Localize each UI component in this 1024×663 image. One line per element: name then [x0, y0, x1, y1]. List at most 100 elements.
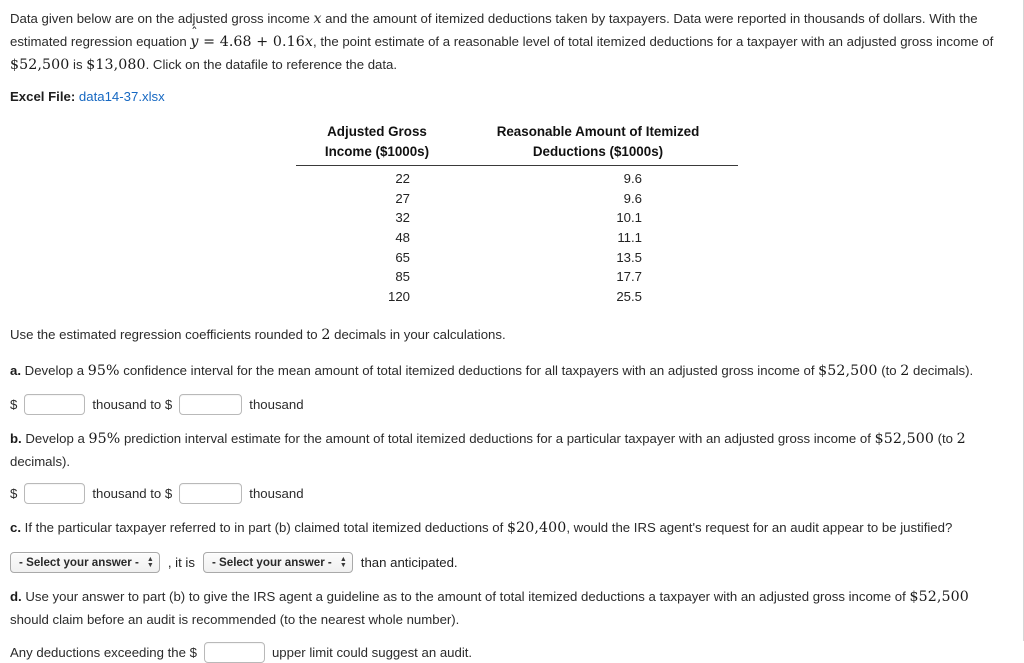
- part-b-end-label: thousand: [249, 486, 304, 502]
- part-c-select-1[interactable]: - Select your answer - ▲ ▼: [10, 552, 160, 574]
- part-b-mid-label: thousand to $: [92, 486, 173, 502]
- part-a-income: $52,500: [818, 362, 878, 379]
- part-c-question: c. If the particular taxpayer referred t…: [10, 517, 1009, 540]
- intro-income-value: $52,500: [10, 57, 70, 73]
- part-a-mid-label: thousand to $: [92, 396, 173, 412]
- cell-deductions: 11.1: [617, 229, 642, 245]
- part-b-block: b. Develop a 95% prediction interval est…: [10, 428, 1009, 505]
- cell-deductions: 10.1: [616, 210, 642, 226]
- table-body: 22 9.6 27 9.6 32 10.1 48 11.1 65 13.5 85…: [296, 166, 738, 306]
- part-a-text-2: confidence interval for the mean amount …: [119, 362, 819, 378]
- part-d-label: d.: [10, 589, 22, 605]
- part-a-text-4: decimals).: [909, 362, 974, 378]
- part-c-select-1-value: - Select your answer -: [19, 556, 139, 570]
- intro-text-1: Data given below are on the adjusted gro…: [10, 11, 314, 26]
- part-a-answer-row: $ thousand to $ thousand: [10, 393, 1009, 415]
- instruction-text-2: decimals in your calculations.: [330, 326, 506, 342]
- intro-estimate-value: $13,080: [86, 57, 146, 73]
- y-hat-symbol: y: [190, 31, 198, 54]
- part-d-suffix-label: upper limit could suggest an audit.: [271, 644, 473, 660]
- part-b-upper-bound-input[interactable]: [179, 483, 243, 505]
- cell-income: 85: [395, 269, 410, 285]
- table-row: 32 10.1: [296, 208, 738, 228]
- exercise-page: Data given below are on the adjusted gro…: [0, 0, 1024, 663]
- part-a-lower-bound-input[interactable]: [24, 393, 86, 415]
- part-d-text-2: should claim before an audit is recommen…: [10, 612, 460, 628]
- equation-x: x: [304, 34, 313, 50]
- table-row: 85 17.7: [296, 267, 738, 287]
- part-a-confidence-level: 95%: [87, 362, 120, 379]
- data-table-wrapper: Adjusted Gross Income ($1000s) Reasonabl…: [10, 122, 1009, 306]
- regression-equation: y = 4.68 + 0.16x: [190, 34, 313, 50]
- rounding-instruction: Use the estimated regression coefficient…: [10, 324, 1009, 347]
- table-row: 120 25.5: [296, 286, 738, 306]
- part-a-block: a. Develop a 95% confidence interval for…: [10, 360, 1009, 415]
- stepper-updown-icon: ▲ ▼: [146, 555, 154, 569]
- part-a-dollar-sign-1: $: [10, 396, 18, 412]
- intro-paragraph: Data given below are on the adjusted gro…: [10, 8, 1009, 77]
- part-d-prefix-label: Any deductions exceeding the $: [10, 644, 197, 660]
- part-a-upper-bound-input[interactable]: [179, 393, 243, 415]
- cell-income: 48: [395, 229, 410, 245]
- excel-file-link[interactable]: data14-37.xlsx: [79, 89, 165, 104]
- table-row: 22 9.6: [296, 166, 738, 189]
- table-row: 48 11.1: [296, 228, 738, 248]
- part-b-answer-row: $ thousand to $ thousand: [10, 483, 1009, 505]
- part-d-income: $52,500: [909, 589, 969, 606]
- part-d-block: d. Use your answer to part (b) to give t…: [10, 586, 1009, 663]
- part-c-select-2[interactable]: - Select your answer - ▲ ▼: [202, 552, 353, 574]
- part-c-text-1: If the particular taxpayer referred to i…: [21, 520, 507, 536]
- intro-text-6: . Click on the datafile to reference the…: [145, 57, 398, 72]
- part-d-upper-limit-input[interactable]: [203, 641, 265, 663]
- part-b-text-1: Develop a: [21, 430, 89, 446]
- excel-file-label: Excel File:: [10, 89, 76, 104]
- part-b-decimals: 2: [956, 430, 966, 447]
- cell-income: 32: [395, 210, 410, 226]
- column-header-income-line2: Income ($1000s): [324, 143, 430, 159]
- part-a-text-1: Develop a: [21, 362, 88, 378]
- part-d-answer-row: Any deductions exceeding the $ upper lim…: [10, 641, 1009, 663]
- cell-deductions: 9.6: [623, 171, 642, 187]
- part-b-confidence-level: 95%: [88, 430, 121, 447]
- part-a-label: a.: [10, 362, 21, 378]
- table-header-row: Adjusted Gross Income ($1000s) Reasonabl…: [296, 122, 738, 167]
- stepper-updown-icon: ▲ ▼: [339, 555, 347, 569]
- part-b-lower-bound-input[interactable]: [24, 483, 86, 505]
- column-header-deductions-line1: Reasonable Amount of Itemized: [496, 124, 700, 139]
- part-c-claimed-amount: $20,400: [506, 520, 567, 537]
- table-row: 27 9.6: [296, 188, 738, 208]
- part-a-question: a. Develop a 95% confidence interval for…: [10, 360, 1009, 383]
- part-c-text-2: , would the IRS agent's request for an a…: [566, 520, 953, 536]
- part-c-mid-label: , it is: [167, 555, 195, 571]
- part-b-label: b.: [10, 430, 22, 446]
- part-d-question: d. Use your answer to part (b) to give t…: [10, 586, 1009, 630]
- cell-income: 27: [395, 190, 410, 206]
- content-area: Data given below are on the adjusted gro…: [0, 0, 1023, 663]
- part-b-text-3: (to: [933, 430, 957, 446]
- part-d-text-1: Use your answer to part (b) to give the …: [21, 589, 910, 605]
- column-header-deductions: Reasonable Amount of Itemized Deductions…: [458, 122, 738, 167]
- intro-text-2: and the amount of itemized deductions ta…: [321, 11, 926, 26]
- part-c-tail-label: than anticipated.: [360, 555, 458, 571]
- column-header-income: Adjusted Gross Income ($1000s): [296, 122, 458, 167]
- equation-body: = 4.68 + 0.16: [203, 34, 305, 50]
- table-head: Adjusted Gross Income ($1000s) Reasonabl…: [296, 122, 738, 167]
- cell-deductions: 25.5: [616, 288, 642, 304]
- part-c-answer-row: - Select your answer - ▲ ▼ , it is - Sele…: [10, 552, 1009, 574]
- part-b-dollar-sign-1: $: [10, 486, 18, 502]
- cell-income: 65: [395, 249, 410, 265]
- part-b-text-4: decimals).: [10, 453, 71, 469]
- table-row: 65 13.5: [296, 247, 738, 267]
- deductions-table: Adjusted Gross Income ($1000s) Reasonabl…: [296, 122, 738, 306]
- intro-text-5: is: [69, 57, 87, 72]
- instruction-text-1: Use the estimated regression coefficient…: [10, 326, 322, 342]
- column-header-deductions-line2: Deductions ($1000s): [532, 143, 664, 159]
- cell-income: 120: [387, 288, 410, 304]
- cell-income: 22: [395, 171, 410, 187]
- variable-x: x: [313, 11, 322, 27]
- column-header-income-line1: Adjusted Gross: [327, 124, 427, 139]
- intro-text-4: , the point estimate of a reasonable lev…: [313, 34, 994, 49]
- part-c-select-2-value: - Select your answer -: [211, 556, 332, 570]
- part-c-block: c. If the particular taxpayer referred t…: [10, 517, 1009, 574]
- part-a-end-label: thousand: [249, 396, 304, 412]
